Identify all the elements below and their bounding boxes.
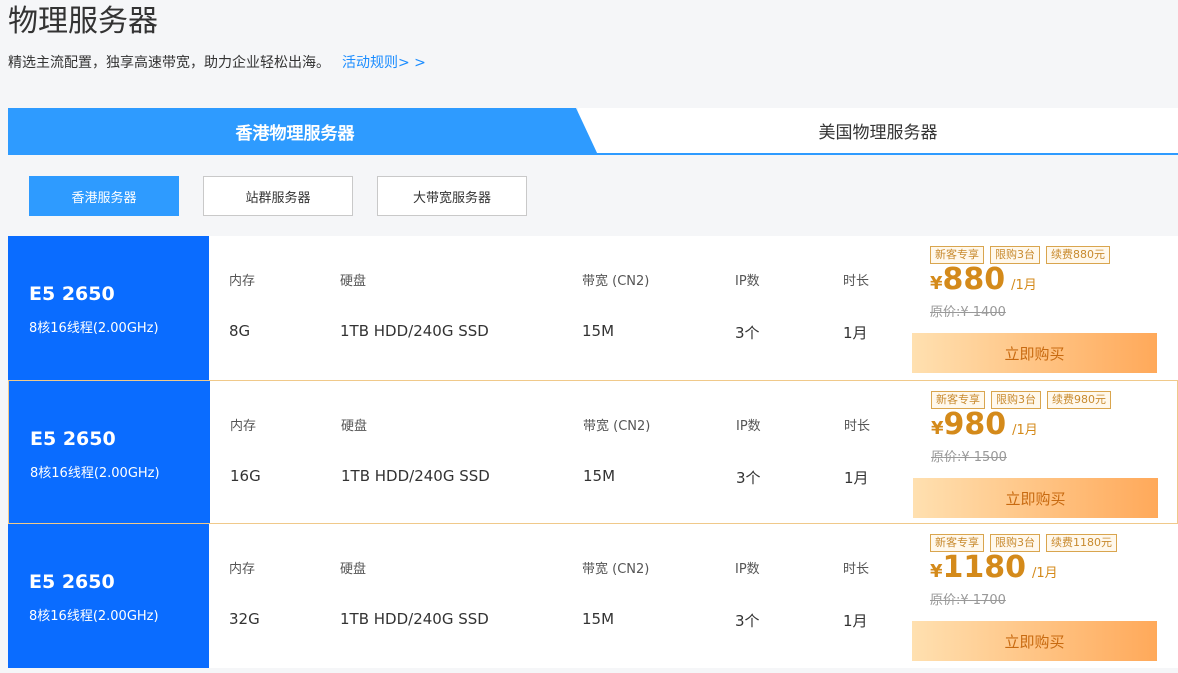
memory-header: 内存 <box>229 274 256 289</box>
tab-hk-servers[interactable]: 香港物理服务器 <box>8 108 598 155</box>
product-row: E5 2650 8核16线程(2.00GHz) 内存 硬盘 带宽 (CN2) I… <box>8 236 1178 380</box>
page-subtitle: 精选主流配置，独享高速带宽，助力企业轻松出海。 活动规则> > <box>8 53 426 73</box>
promo-tag: 续费880元 <box>1046 246 1110 264</box>
bandwidth-value: 15M <box>582 322 615 340</box>
duration-value: 1月 <box>844 469 869 487</box>
tab-us-servers[interactable]: 美国物理服务器 <box>578 108 1178 155</box>
buy-button[interactable]: 立即购买 <box>912 333 1157 373</box>
memory-value: 8G <box>229 322 251 340</box>
promo-tag: 续费980元 <box>1047 391 1111 409</box>
currency-symbol: ¥ <box>931 418 944 439</box>
duration-value: 1月 <box>843 612 868 630</box>
price-value: 980 <box>943 407 1007 442</box>
ip-header: IP数 <box>735 562 760 577</box>
ip-header: IP数 <box>736 419 761 434</box>
page-title: 物理服务器 <box>8 4 158 39</box>
price-unit: /1月 <box>1011 278 1037 293</box>
ip-header: IP数 <box>735 274 760 289</box>
filter-site-group-button[interactable]: 站群服务器 <box>203 176 353 216</box>
cpu-spec: 8核16线程(2.00GHz) <box>29 609 159 624</box>
ip-value: 3个 <box>735 612 760 630</box>
disk-value: 1TB HDD/240G SSD <box>341 467 490 485</box>
original-price: 原价:¥ 1700 <box>930 593 1006 608</box>
price-unit: /1月 <box>1012 423 1038 438</box>
cpu-spec: 8核16线程(2.00GHz) <box>29 321 159 336</box>
cpu-name: E5 2650 <box>29 283 115 305</box>
memory-header: 内存 <box>229 562 256 577</box>
rules-link[interactable]: 活动规则> > <box>342 55 426 71</box>
bandwidth-header: 带宽 (CN2) <box>582 562 650 577</box>
memory-value: 16G <box>230 467 261 485</box>
price: ¥980/1月 <box>931 407 1038 442</box>
original-price: 原价:¥ 1500 <box>931 450 1007 465</box>
product-row: E5 2650 8核16线程(2.00GHz) 内存 硬盘 带宽 (CN2) I… <box>8 524 1178 668</box>
filter-hk-server-button[interactable]: 香港服务器 <box>29 176 179 216</box>
memory-header: 内存 <box>230 419 257 434</box>
duration-header: 时长 <box>843 562 870 577</box>
price-value: 880 <box>942 262 1006 297</box>
duration-value: 1月 <box>843 324 868 342</box>
memory-value: 32G <box>229 610 260 628</box>
ip-value: 3个 <box>735 324 760 342</box>
cpu-block: E5 2650 8核16线程(2.00GHz) <box>8 236 209 380</box>
currency-symbol: ¥ <box>930 561 943 582</box>
cpu-block: E5 2650 8核16线程(2.00GHz) <box>8 524 209 668</box>
bandwidth-header: 带宽 (CN2) <box>583 419 651 434</box>
disk-value: 1TB HDD/240G SSD <box>340 610 489 628</box>
duration-header: 时长 <box>843 274 870 289</box>
region-tabs: 美国物理服务器 香港物理服务器 <box>8 108 1178 155</box>
buy-button[interactable]: 立即购买 <box>912 621 1157 661</box>
disk-header: 硬盘 <box>340 562 367 577</box>
disk-value: 1TB HDD/240G SSD <box>340 322 489 340</box>
price: ¥1180/1月 <box>930 550 1058 585</box>
disk-header: 硬盘 <box>341 419 368 434</box>
cpu-block: E5 2650 8核16线程(2.00GHz) <box>9 381 210 523</box>
cpu-name: E5 2650 <box>29 571 115 593</box>
original-price: 原价:¥ 1400 <box>930 305 1006 320</box>
ip-value: 3个 <box>736 469 761 487</box>
duration-header: 时长 <box>844 419 871 434</box>
cpu-spec: 8核16线程(2.00GHz) <box>30 466 160 481</box>
price: ¥880/1月 <box>930 262 1037 297</box>
buy-button[interactable]: 立即购买 <box>913 478 1158 518</box>
disk-header: 硬盘 <box>340 274 367 289</box>
filter-high-bandwidth-button[interactable]: 大带宽服务器 <box>377 176 527 216</box>
cpu-name: E5 2650 <box>30 428 116 450</box>
subtitle-text: 精选主流配置，独享高速带宽，助力企业轻松出海。 <box>8 55 330 71</box>
filter-bar: 香港服务器 站群服务器 大带宽服务器 <box>8 155 1178 236</box>
product-row: E5 2650 8核16线程(2.00GHz) 内存 硬盘 带宽 (CN2) I… <box>8 380 1178 524</box>
price-value: 1180 <box>942 550 1027 585</box>
price-unit: /1月 <box>1032 566 1058 581</box>
bandwidth-header: 带宽 (CN2) <box>582 274 650 289</box>
currency-symbol: ¥ <box>930 273 943 294</box>
bandwidth-value: 15M <box>583 467 616 485</box>
bandwidth-value: 15M <box>582 610 615 628</box>
